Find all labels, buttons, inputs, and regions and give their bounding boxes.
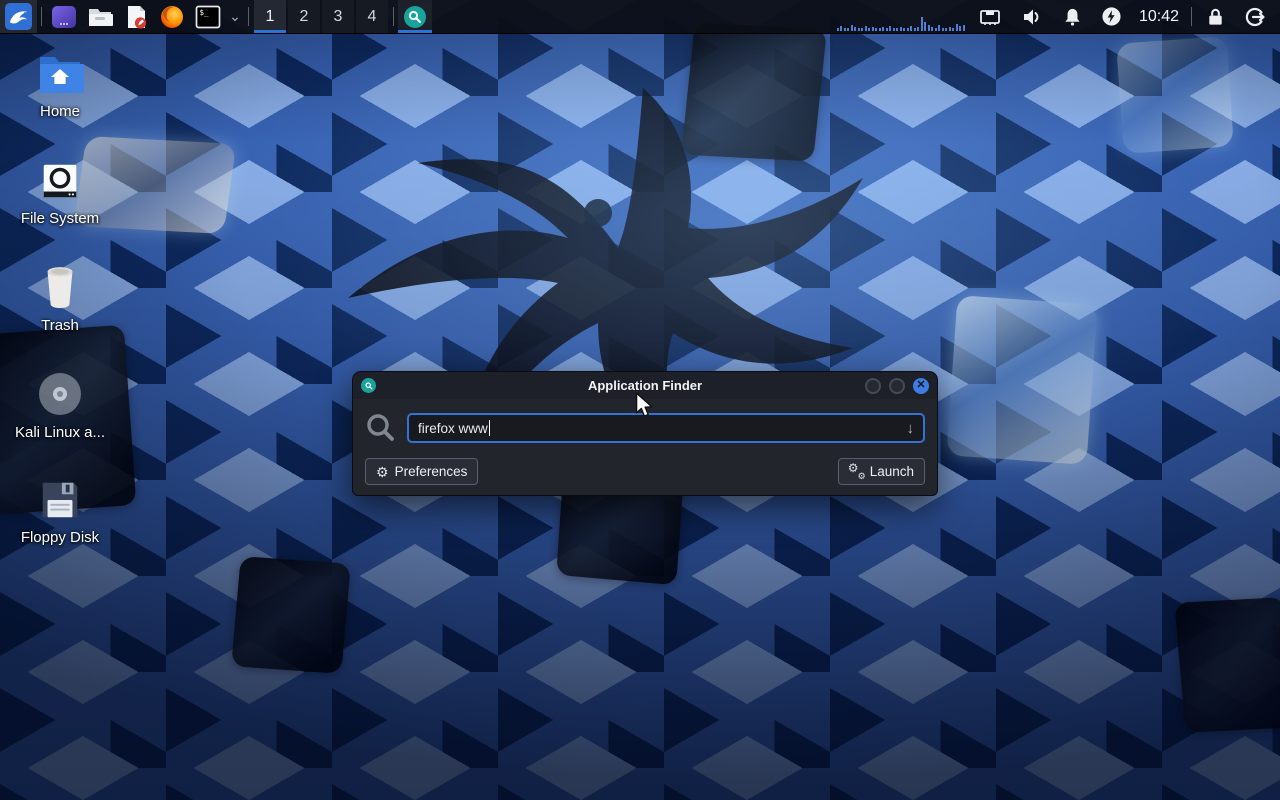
gear-icon: ⚙ xyxy=(376,465,389,479)
terminal-dropdown-chevron[interactable]: ⌄ xyxy=(226,0,244,33)
chevron-down-icon: ⌄ xyxy=(229,8,241,25)
clock-text: 10:42 xyxy=(1139,8,1179,26)
desktop-icon-label: Kali Linux a... xyxy=(15,424,105,441)
desktop-icon-file-system[interactable]: File System xyxy=(8,158,112,227)
terminal-prompt-glyph: $_ xyxy=(200,8,210,17)
desktop-icon-kali-cd[interactable]: Kali Linux a... xyxy=(8,370,112,441)
app-finder-taskbar-button[interactable] xyxy=(398,0,432,33)
desktop-icon-label: Floppy Disk xyxy=(21,529,99,546)
panel-left-group: $_ ⌄ 1 2 3 4 xyxy=(0,0,432,33)
desktop-icon-floppy-disk[interactable]: Floppy Disk xyxy=(8,477,112,546)
maximize-button[interactable] xyxy=(889,378,905,394)
floppy-disk-icon xyxy=(37,477,83,523)
launcher-terminal[interactable]: $_ xyxy=(190,0,226,33)
text-caret xyxy=(489,420,491,436)
launcher-terminal-purple[interactable] xyxy=(46,0,82,33)
preferences-button[interactable]: ⚙ Preferences xyxy=(365,458,478,485)
network-tray-icon[interactable] xyxy=(969,0,1011,33)
purple-terminal-icon xyxy=(51,4,77,30)
trash-can-icon xyxy=(37,263,83,311)
search-input[interactable]: firefox www ↓ xyxy=(407,413,925,443)
logout-icon[interactable] xyxy=(1235,0,1280,33)
launch-button[interactable]: ⚙ ⚙ Launch xyxy=(838,458,925,485)
app-finder-titlebar-icon xyxy=(361,378,376,393)
desktop-icon-label: Trash xyxy=(41,317,79,334)
panel-right-group: 10:42 xyxy=(829,0,1280,33)
file-system-drive-icon xyxy=(37,158,83,204)
top-panel: $_ ⌄ 1 2 3 4 xyxy=(0,0,1280,34)
workspace-label: 3 xyxy=(334,8,343,26)
desktop-icon-trash[interactable]: Trash xyxy=(8,263,112,334)
volume-tray-icon[interactable] xyxy=(1011,0,1053,33)
minimize-button[interactable] xyxy=(865,378,881,394)
panel-separator xyxy=(248,7,249,26)
text-editor-icon xyxy=(123,4,149,30)
run-gears-icon: ⚙ ⚙ xyxy=(849,464,864,479)
kali-logo-icon xyxy=(5,3,32,30)
workspace-button-3[interactable]: 3 xyxy=(322,0,354,33)
button-row: ⚙ Preferences ⚙ ⚙ Launch xyxy=(365,458,925,485)
preferences-button-label: Preferences xyxy=(395,464,468,479)
workspace-button-2[interactable]: 2 xyxy=(288,0,320,33)
notifications-bell-icon[interactable] xyxy=(1053,0,1092,33)
application-finder-window: Application Finder ✕ firefox www ↓ xyxy=(352,371,938,496)
terminal-icon: $_ xyxy=(195,5,221,29)
launch-button-label: Launch xyxy=(870,464,914,479)
launcher-text-editor[interactable] xyxy=(118,0,154,33)
window-controls: ✕ xyxy=(865,378,929,394)
dropdown-arrow-icon: ↓ xyxy=(907,420,915,437)
desktop-icon-home[interactable]: Home xyxy=(8,53,112,120)
cd-disc-icon xyxy=(36,370,84,418)
window-title: Application Finder xyxy=(353,378,937,393)
panel-separator xyxy=(393,7,394,26)
search-icon xyxy=(365,412,397,444)
power-manager-icon[interactable] xyxy=(1092,0,1131,33)
home-folder-icon xyxy=(36,53,84,97)
firefox-icon xyxy=(159,4,185,30)
launcher-firefox[interactable] xyxy=(154,0,190,33)
desktop-icon-label: File System xyxy=(21,210,99,227)
close-button[interactable]: ✕ xyxy=(913,378,929,394)
launcher-file-manager[interactable] xyxy=(82,0,118,33)
cpu-graph-bars xyxy=(837,15,965,31)
panel-separator xyxy=(1191,7,1192,26)
app-finder-icon xyxy=(403,5,427,29)
workspace-label: 4 xyxy=(368,8,377,26)
mouse-cursor xyxy=(634,392,656,418)
kali-menu-button[interactable] xyxy=(0,0,37,33)
desktop: $_ ⌄ 1 2 3 4 xyxy=(0,0,1280,800)
clock[interactable]: 10:42 xyxy=(1131,0,1187,33)
lock-screen-icon[interactable] xyxy=(1196,0,1235,33)
close-icon: ✕ xyxy=(916,380,925,391)
workspace-label: 2 xyxy=(300,8,309,26)
search-input-value: firefox www xyxy=(418,421,488,436)
workspace-button-4[interactable]: 4 xyxy=(356,0,388,33)
file-manager-icon xyxy=(87,4,113,30)
workspace-button-1[interactable]: 1 xyxy=(254,0,286,33)
workspace-label: 1 xyxy=(266,8,275,26)
cpu-graph[interactable] xyxy=(829,0,969,33)
desktop-icon-label: Home xyxy=(40,103,80,120)
panel-separator xyxy=(41,7,42,26)
